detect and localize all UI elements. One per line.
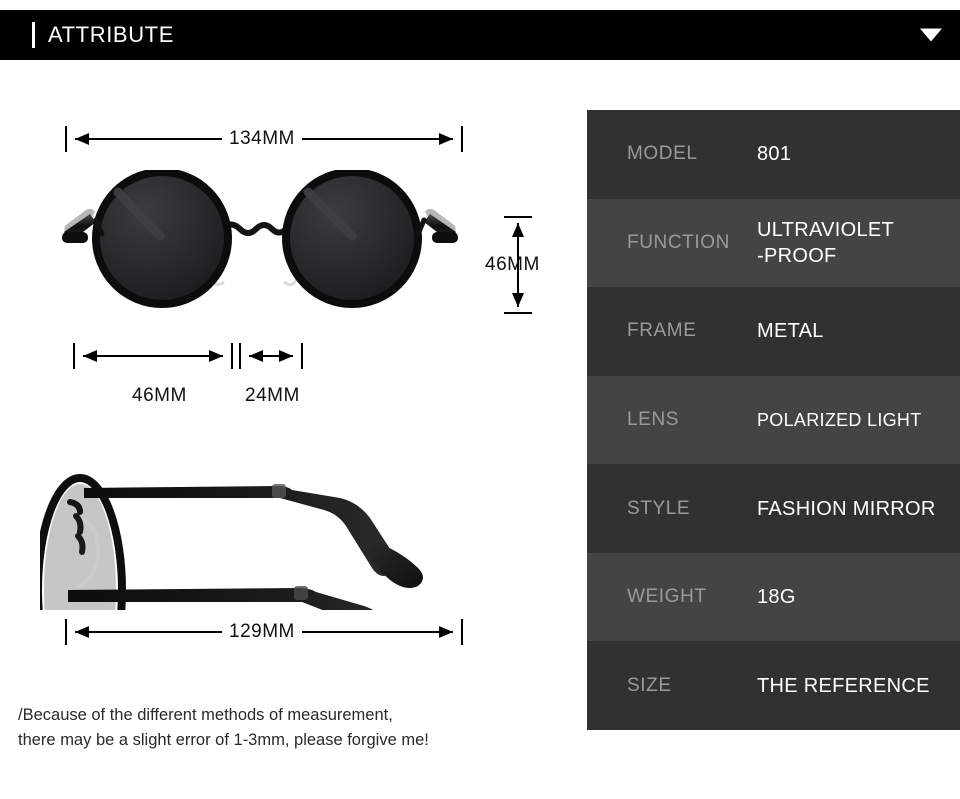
attribute-header-bar: ATTRIBUTE (0, 10, 960, 60)
dim-arrow-down-46v (512, 293, 524, 307)
table-row: FUNCTION ULTRAVIOLET -PROOF (587, 198, 960, 288)
table-row: STYLE FASHION MIRROR (587, 464, 960, 553)
disclaimer-line-1: /Because of the different methods of mea… (18, 706, 393, 724)
dim-label-temple-length: 129MM (222, 621, 302, 643)
attribute-table: MODEL 801 FUNCTION ULTRAVIOLET -PROOF FR… (587, 110, 960, 730)
dim-tick-right-134 (461, 126, 463, 152)
dim-tick-top-46v (504, 216, 532, 218)
dim-tick-left-134 (65, 126, 67, 152)
table-row: LENS POLARIZED LIGHT (587, 375, 960, 465)
disclaimer-line-2: there may be a slight error of 1-3mm, pl… (18, 731, 429, 749)
dim-arrow-left-46h (83, 350, 97, 362)
dim-arrow-left-24 (249, 350, 263, 362)
dim-tick-bottom-46v (504, 312, 532, 314)
attr-key-lens: LENS (627, 408, 680, 430)
attr-key-model: MODEL (627, 143, 698, 165)
dim-arrow-right-134 (439, 133, 453, 145)
dim-arrow-up-46v (512, 223, 524, 237)
attr-key-function: FUNCTION (627, 231, 730, 253)
dim-tick-left-129 (65, 619, 67, 645)
attr-key-frame: FRAME (627, 320, 697, 342)
table-row: MODEL 801 (587, 110, 960, 199)
dim-label-lens-height: 46MM (485, 254, 540, 275)
dim-arrow-left-129 (75, 626, 89, 638)
measurement-disclaimer: /Because of the different methods of mea… (18, 703, 538, 753)
dim-label-lens-width: 46MM (132, 385, 187, 406)
attr-key-size: SIZE (627, 674, 672, 696)
attr-value-style: FASHION MIRROR (757, 497, 936, 520)
attr-value-model: 801 (757, 143, 792, 166)
attr-key-style: STYLE (627, 497, 691, 519)
dim-tick-mid-46h (231, 343, 233, 369)
sunglasses-front-view (62, 170, 458, 308)
product-dimension-diagram: 134MM 46MM 46MM 24MM 129MM (0, 60, 587, 799)
triangle-down-icon[interactable] (920, 28, 942, 42)
dim-line-46h (83, 355, 223, 357)
header-accent-line (32, 22, 35, 48)
attr-key-weight: WEIGHT (627, 586, 707, 608)
sunglasses-side-view (40, 474, 423, 610)
attr-value-function: ULTRAVIOLET -PROOF (757, 218, 895, 267)
dim-tick-right-129 (461, 619, 463, 645)
dim-tick-left-46h (73, 343, 75, 369)
dim-label-width-total: 134MM (222, 128, 302, 150)
attr-value-lens: POLARIZED LIGHT (757, 409, 922, 430)
table-row: SIZE THE REFERENCE (587, 641, 960, 730)
attr-value-weight: 18G (757, 586, 796, 609)
dim-arrow-right-24 (279, 350, 293, 362)
table-row: FRAME METAL (587, 287, 960, 376)
dim-tick-right-24 (301, 343, 303, 369)
dim-label-bridge-width: 24MM (245, 385, 300, 406)
dim-arrow-left-134 (75, 133, 89, 145)
attr-value-size: THE REFERENCE (757, 674, 930, 697)
dim-arrow-right-46h (209, 350, 223, 362)
dim-arrow-right-129 (439, 626, 453, 638)
attr-value-frame: METAL (757, 320, 824, 343)
page-title: ATTRIBUTE (48, 22, 174, 47)
dim-tick-left-24 (239, 343, 241, 369)
table-row: WEIGHT 18G (587, 552, 960, 642)
